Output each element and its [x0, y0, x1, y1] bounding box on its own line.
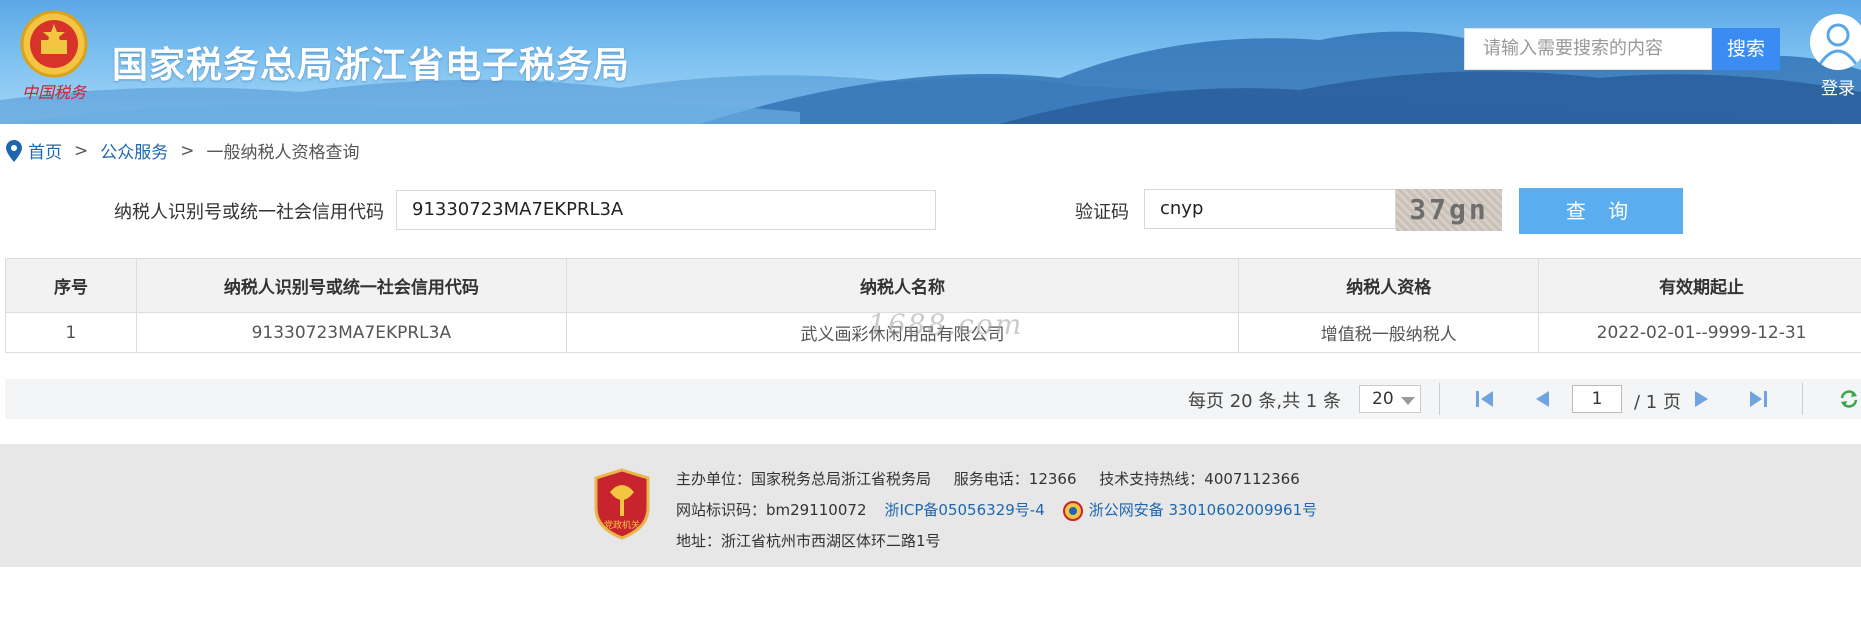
- login-button[interactable]: 登录: [1808, 14, 1861, 99]
- table-cell: 91330723MA7EKPRL3A: [135, 312, 567, 353]
- search-button[interactable]: 搜索: [1712, 28, 1780, 70]
- table-cell: 1: [5, 312, 137, 353]
- first-page-icon[interactable]: [1474, 389, 1496, 409]
- service-phone: 服务电话：12366: [953, 470, 1077, 488]
- login-label: 登录: [1821, 79, 1855, 99]
- table-cell: 增值税一般纳税人: [1238, 312, 1540, 353]
- badge-text: 党政机关: [604, 519, 640, 531]
- footer-line-3: 地址：浙江省杭州市西湖区体环二路1号: [676, 526, 1317, 557]
- column-header: 有效期起止: [1538, 258, 1861, 313]
- support-hotline: 技术支持热线：4007112366: [1099, 470, 1300, 488]
- table-header-row: 序号 纳税人识别号或统一社会信用代码 纳税人名称 纳税人资格 有效期起止: [5, 258, 1861, 313]
- header-banner: 中国税务 国家税务总局浙江省电子税务局 请输入需要搜索的内容 搜索 登录: [0, 0, 1861, 124]
- page-number-input[interactable]: 1: [1572, 385, 1622, 413]
- column-header: 纳税人资格: [1238, 258, 1540, 313]
- user-icon: [1810, 14, 1861, 70]
- captcha-image[interactable]: 37gn: [1396, 189, 1502, 231]
- page-size-value: 20: [1372, 389, 1394, 409]
- footer: 党政机关 主办单位：国家税务总局浙江省税务局 服务电话：12366 技术支持热线…: [0, 444, 1861, 567]
- taxpayer-id-input[interactable]: 91330723MA7EKPRL3A: [396, 190, 936, 230]
- column-header: 纳税人名称: [565, 258, 1240, 313]
- breadcrumb-current: 一般纳税人资格查询: [206, 143, 360, 163]
- breadcrumb-home-link[interactable]: 首页: [28, 138, 62, 163]
- breadcrumb-separator: >: [74, 140, 89, 161]
- breadcrumb: 首页 > 公众服务 > 一般纳税人资格查询: [6, 138, 360, 163]
- captcha-label: 验证码: [1075, 202, 1129, 223]
- taxpayer-id-label: 纳税人识别号或统一社会信用代码: [114, 202, 384, 223]
- column-header: 序号: [5, 258, 137, 313]
- icp-link[interactable]: 浙ICP备05056329号-4: [884, 495, 1044, 526]
- police-record-link[interactable]: 浙公网安备 33010602009961号: [1089, 495, 1317, 526]
- footer-info: 主办单位：国家税务总局浙江省税务局 服务电话：12366 技术支持热线：4007…: [676, 464, 1317, 557]
- query-button[interactable]: 查 询: [1519, 188, 1683, 234]
- watermark: 1688.com: [868, 308, 1024, 341]
- captcha-input[interactable]: cnyp: [1144, 189, 1396, 229]
- police-badge-icon: [1062, 500, 1083, 522]
- address: 地址：浙江省杭州市西湖区体环二路1号: [676, 532, 941, 550]
- breadcrumb-public-service-link[interactable]: 公众服务: [100, 138, 168, 163]
- prev-page-icon[interactable]: [1532, 389, 1552, 409]
- location-pin-icon: [6, 139, 22, 162]
- page-size-select[interactable]: 20: [1359, 385, 1421, 413]
- chevron-down-icon: [1401, 397, 1415, 405]
- host-unit: 主办单位：国家税务总局浙江省税务局: [676, 470, 932, 488]
- table-cell: 2022-02-01--9999-12-31: [1538, 312, 1861, 353]
- column-header: 纳税人识别号或统一社会信用代码: [135, 258, 567, 313]
- search-input[interactable]: 请输入需要搜索的内容: [1464, 28, 1712, 70]
- next-page-icon[interactable]: [1692, 389, 1712, 409]
- national-emblem-icon: 中国税务: [14, 6, 94, 110]
- footer-line-1: 主办单位：国家税务总局浙江省税务局 服务电话：12366 技术支持热线：4007…: [676, 464, 1317, 495]
- party-government-badge-icon[interactable]: 党政机关: [592, 468, 652, 544]
- breadcrumb-separator: >: [180, 140, 195, 161]
- site-title: 国家税务总局浙江省电子税务局: [112, 45, 631, 86]
- svg-text:中国税务: 中国税务: [22, 83, 88, 102]
- pagination-summary: 每页 20 条,共 1 条: [1188, 391, 1341, 412]
- last-page-icon[interactable]: [1747, 389, 1769, 409]
- divider: [1439, 383, 1440, 415]
- footer-line-2: 网站标识码：bm29110072 浙ICP备05056329号-4 浙公网安备 …: [676, 495, 1317, 526]
- pagination-bar: 每页 20 条,共 1 条 20 1 / 1 页: [5, 379, 1861, 419]
- page-total: / 1 页: [1634, 392, 1681, 413]
- refresh-icon[interactable]: [1839, 389, 1859, 409]
- site-code: 网站标识码：bm29110072: [676, 501, 867, 519]
- divider: [1802, 383, 1803, 415]
